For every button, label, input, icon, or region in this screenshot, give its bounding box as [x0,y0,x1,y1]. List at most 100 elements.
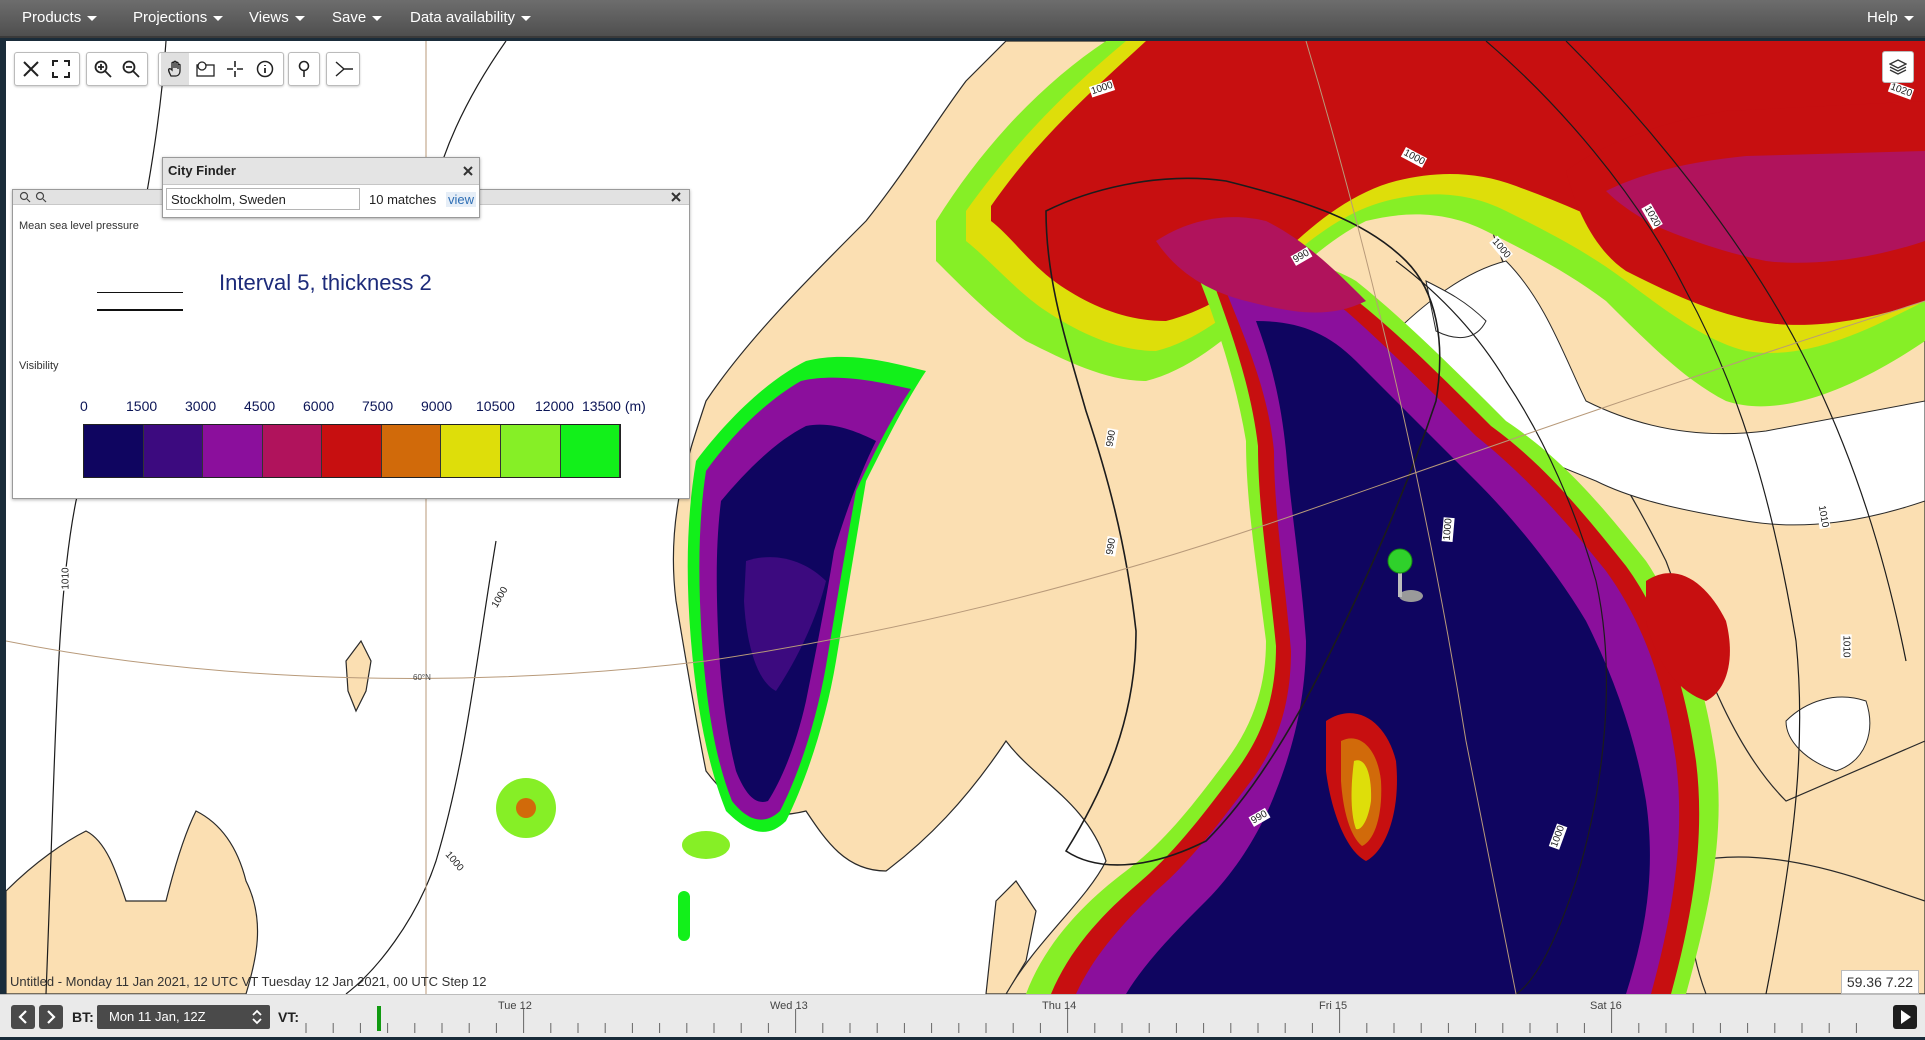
close-icon[interactable] [463,166,473,176]
day-label: Sat 16 [1590,1000,1622,1012]
zoom-box-button[interactable] [191,53,219,85]
zoom-out-icon [122,60,140,78]
close-icon [23,61,39,77]
menu-bar: Products Projections Views Save Data ava… [0,0,1925,38]
legend-tick: 10500 [476,398,515,414]
caret-down-icon [1903,15,1914,21]
day-label: Fri 15 [1319,1000,1348,1012]
menu-views[interactable]: Views [249,0,305,36]
legend-tick: 12000 [535,398,574,414]
base-time-value: Mon 11 Jan, 12Z [109,1009,206,1024]
status-text: Untitled - Monday 11 Jan 2021, 12 UTC VT… [10,974,487,989]
legend-swatch [500,425,561,477]
city-view-link[interactable]: view [446,192,477,207]
caret-down-icon [372,15,383,21]
latitude-label: 60°N [413,673,431,682]
coordinate-readout: 59.36 7.22 [1840,970,1919,994]
isobar-label: 1010 [60,566,72,591]
legend-tick: 13500 (m) [582,398,646,414]
toolbar-group-view [14,52,80,86]
info-button[interactable] [251,53,279,85]
location-pin-icon [298,60,310,77]
toolbar-group-tools [158,52,284,86]
play-button[interactable] [1893,1005,1917,1029]
location-pin-button[interactable] [290,53,318,85]
legend-visibility-label: Visibility [19,360,59,372]
isobar-label: 1000 [1441,516,1455,543]
city-finder-header: City Finder [163,158,479,185]
legend-tick: 3000 [185,398,217,414]
pan-hand-icon [167,60,181,77]
legend-swatch [262,425,323,477]
cross-section-button[interactable] [329,53,357,85]
legend-line-sample [97,309,183,311]
crosshair-icon [227,61,243,77]
city-finder-title: City Finder [168,163,236,178]
zoom-in-icon [94,60,112,78]
caret-down-icon [294,15,305,21]
menu-save[interactable]: Save [332,0,383,36]
city-search-input[interactable] [166,188,360,210]
close-map-button[interactable] [17,53,45,85]
legend-tick: 4500 [244,398,276,414]
timeline-track[interactable]: Tue 12 Wed 13 Thu 14 Fri 15 Sat 16 [300,995,1885,1037]
legend-swatch [560,425,621,477]
bt-label: BT: [72,1009,94,1025]
city-finder-dialog: City Finder 10 matches view [162,157,480,218]
legend-tick: 7500 [362,398,394,414]
play-icon [1901,1010,1911,1024]
zoom-in-icon[interactable] [19,191,31,203]
legend-swatch [143,425,204,477]
menu-projections[interactable]: Projections [133,0,224,36]
day-label: Tue 12 [498,1000,532,1012]
legend-mslp-label: Mean sea level pressure [19,220,139,232]
legend-tick: 1500 [126,398,158,414]
toolbar-group-pin [288,52,320,86]
menu-data-availability[interactable]: Data availability [410,0,532,36]
layers-button[interactable] [1882,51,1914,83]
cross-section-icon [335,61,353,77]
toolbar-group-section [326,52,360,86]
zoom-in-button[interactable] [89,53,117,85]
legend-swatch [441,425,501,477]
legend-line-sample [97,292,183,293]
caret-down-icon [521,15,532,21]
legend-mslp-style: Interval 5, thickness 2 [219,270,432,295]
chevron-left-icon [18,1010,27,1024]
pan-button[interactable] [161,53,189,85]
chevron-right-icon [47,1010,56,1024]
caret-down-icon [213,15,224,21]
legend-panel: Mean sea level pressure Interval 5, thic… [12,189,690,499]
crosshair-button[interactable] [221,53,249,85]
layers-icon [1889,59,1907,75]
menu-help[interactable]: Help [1867,0,1914,36]
legend-tick: 0 [80,398,88,414]
legend-swatch [84,425,144,477]
legend-swatch [322,425,382,477]
timeline-ticks [305,1009,1857,1033]
legend-color-bar [83,424,621,478]
city-match-count: 10 matches [369,192,437,207]
day-label: Thu 14 [1042,1000,1077,1012]
vt-label: VT: [278,1009,299,1025]
toolbar-group-zoom [86,52,148,86]
isobar-label: 1010 [1840,634,1852,659]
zoom-box-icon [196,61,215,77]
fullscreen-icon [52,60,70,78]
next-step-button[interactable] [39,1005,63,1029]
zoom-out-icon[interactable] [35,191,47,203]
legend-swatch [381,425,442,477]
close-icon[interactable] [671,192,681,202]
legend-tick-row: 0 1500 3000 4500 6000 7500 9000 10500 12… [13,398,689,418]
updown-arrows-icon [252,1009,262,1025]
legend-tick: 6000 [303,398,335,414]
caret-down-icon [87,15,98,21]
legend-tick: 9000 [421,398,453,414]
info-icon [256,60,274,78]
current-time-marker[interactable] [377,1006,381,1031]
zoom-out-button[interactable] [117,53,145,85]
base-time-select[interactable]: Mon 11 Jan, 12Z [97,1005,270,1029]
previous-step-button[interactable] [11,1005,35,1029]
menu-products[interactable]: Products [22,0,98,36]
fullscreen-button[interactable] [47,53,75,85]
